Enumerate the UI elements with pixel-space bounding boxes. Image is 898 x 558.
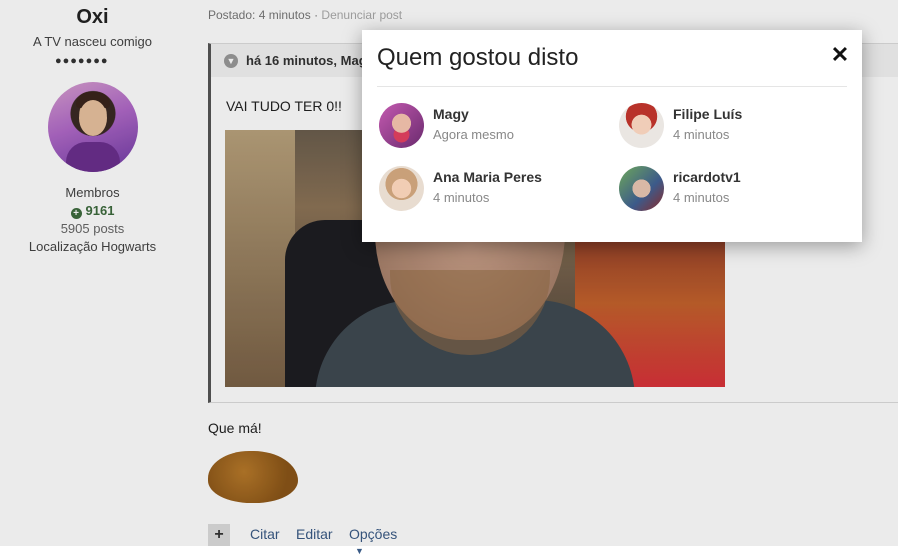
liker-name[interactable]: Magy bbox=[433, 106, 469, 122]
liker-time: 4 minutos bbox=[673, 190, 730, 205]
liker-item[interactable]: Filipe Luís 4 minutos bbox=[619, 103, 839, 149]
liker-time: 4 minutos bbox=[433, 190, 490, 205]
caret-down-icon: ▼ bbox=[355, 546, 364, 556]
liker-avatar[interactable] bbox=[379, 166, 424, 211]
close-icon[interactable]: ✕ bbox=[830, 42, 850, 67]
liker-avatar[interactable] bbox=[619, 103, 664, 148]
liker-name[interactable]: ricardotv1 bbox=[673, 169, 741, 185]
liker-item[interactable]: Ana Maria Peres 4 minutos bbox=[379, 166, 599, 212]
likes-dialog: Quem gostou disto ✕ Magy Agora mesmo Fil… bbox=[362, 30, 862, 242]
dialog-title: Quem gostou disto bbox=[377, 44, 579, 71]
liker-name[interactable]: Filipe Luís bbox=[673, 106, 742, 122]
liker-time: Agora mesmo bbox=[433, 127, 514, 142]
liker-time: 4 minutos bbox=[673, 127, 730, 142]
liker-avatar[interactable] bbox=[379, 103, 424, 148]
dialog-divider bbox=[377, 86, 847, 87]
liker-item[interactable]: Magy Agora mesmo bbox=[379, 103, 599, 149]
liker-item[interactable]: ricardotv1 4 minutos bbox=[619, 166, 839, 212]
liker-name[interactable]: Ana Maria Peres bbox=[433, 169, 542, 185]
liker-avatar[interactable] bbox=[619, 166, 664, 211]
